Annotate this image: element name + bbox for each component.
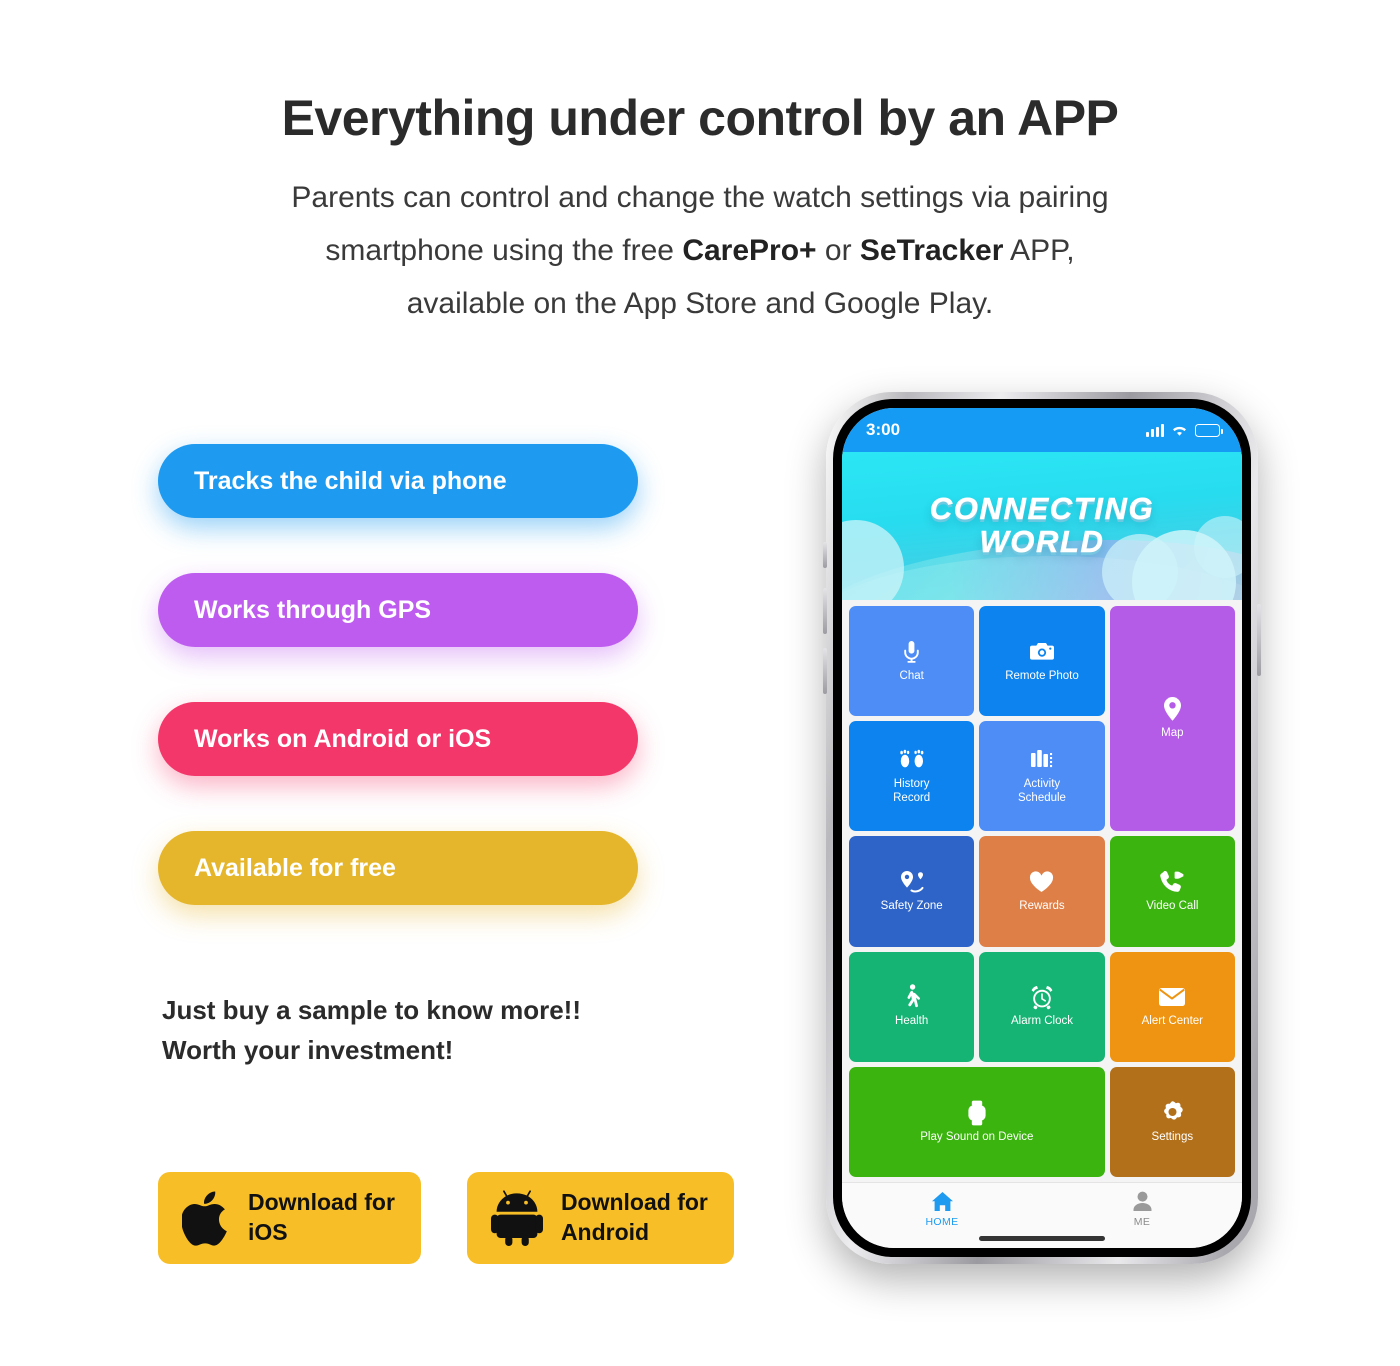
subtitle-line-3: available on the App Store and Google Pl…	[406, 287, 994, 321]
person-icon	[1133, 1191, 1151, 1211]
walking-person-icon	[903, 984, 921, 1010]
feature-label: Works through GPS	[194, 595, 432, 624]
subtitle-line-2c: APP,	[1003, 233, 1075, 267]
tile-safety-zone[interactable]: Safety Zone	[849, 836, 975, 947]
download-ios-button[interactable]: Download for iOS	[158, 1172, 421, 1264]
promo-page: Everything under control by an APP Paren…	[0, 0, 1400, 1366]
feature-label: Tracks the child via phone	[194, 466, 507, 495]
tile-label: Alarm Clock	[1011, 1015, 1073, 1028]
heart-icon	[1029, 869, 1054, 895]
tile-label: History Record	[893, 778, 931, 804]
tile-label: Settings	[1151, 1130, 1194, 1143]
status-bar-icons	[1146, 423, 1223, 437]
tab-label: HOME	[925, 1216, 959, 1228]
download-android-label: Download for Android	[560, 1189, 708, 1245]
phone-screen: 3:00 CONNECTING WORLD Chat Remote Photo …	[842, 408, 1242, 1248]
page-title: Everything under control by an APP	[281, 90, 1119, 146]
banner-title: CONNECTING WORLD	[929, 491, 1155, 559]
status-bar-clock: 3:00	[866, 420, 901, 439]
tab-me[interactable]: ME	[1042, 1191, 1242, 1228]
banner-title-line-2: WORLD	[979, 524, 1105, 559]
phone-volume-down-button	[823, 648, 827, 694]
alarm-clock-icon	[1029, 984, 1055, 1010]
tile-label: Alert Center	[1141, 1015, 1203, 1028]
tile-label: Video Call	[1146, 900, 1199, 913]
footprints-icon	[898, 747, 926, 773]
tab-home[interactable]: HOME	[842, 1191, 1042, 1228]
feature-label: Available for free	[194, 853, 396, 882]
tile-rewards[interactable]: Rewards	[979, 836, 1105, 947]
battery-icon	[1195, 423, 1223, 437]
store-buttons: Download for iOS Download for Android	[158, 1172, 734, 1264]
phone-volume-up-button	[823, 588, 827, 634]
android-icon	[490, 1190, 543, 1246]
tile-chat[interactable]: Chat	[849, 606, 975, 717]
tile-remote-photo[interactable]: Remote Photo	[979, 606, 1105, 717]
tile-label: Remote Photo	[1005, 669, 1079, 682]
phone-bezel: 3:00 CONNECTING WORLD Chat Remote Photo …	[833, 399, 1251, 1257]
tile-label: Chat	[899, 669, 924, 682]
banner-title-line-1: CONNECTING	[929, 491, 1155, 527]
app-banner: CONNECTING WORLD	[842, 452, 1242, 600]
schedule-bars-icon	[1030, 747, 1054, 773]
subtitle-line-1: Parents can control and change the watch…	[291, 180, 1109, 214]
signal-bars-icon	[1146, 423, 1164, 437]
feature-pill-tracks: Tracks the child via phone	[158, 444, 638, 518]
brand-setracker: SeTracker	[859, 233, 1004, 267]
safety-zone-icon	[898, 869, 926, 895]
brand-carepro: CarePro+	[682, 233, 817, 267]
download-android-button[interactable]: Download for Android	[466, 1172, 734, 1264]
subtitle-line-2a: smartphone using the free	[325, 233, 683, 267]
tile-alarm-clock[interactable]: Alarm Clock	[979, 951, 1105, 1062]
page-subtitle: Parents can control and change the watch…	[0, 171, 1400, 331]
feature-label: Works on Android or iOS	[194, 724, 492, 753]
home-indicator	[979, 1236, 1105, 1241]
download-ios-label: Download for iOS	[248, 1189, 395, 1245]
tab-label: ME	[1133, 1216, 1151, 1228]
tile-label: Safety Zone	[880, 900, 943, 913]
tile-label: Map	[1161, 727, 1184, 740]
gear-icon	[1160, 1100, 1185, 1126]
tile-activity-schedule[interactable]: Activity Schedule	[979, 721, 1105, 832]
wifi-icon	[1173, 426, 1186, 436]
phone-power-button	[1257, 604, 1261, 676]
tile-label: Activity Schedule	[1018, 778, 1066, 804]
feature-pill-free: Available for free	[158, 831, 638, 905]
feature-list: Tracks the child via phone Works through…	[158, 444, 638, 905]
video-call-icon	[1159, 869, 1185, 895]
tile-play-sound-on-device[interactable]: Play Sound on Device	[849, 1066, 1105, 1177]
tile-label: Rewards	[1019, 900, 1065, 913]
watch-icon	[966, 1100, 988, 1126]
camera-icon	[1029, 639, 1055, 665]
tile-video-call[interactable]: Video Call	[1109, 836, 1235, 947]
tile-label: Health	[895, 1015, 929, 1028]
status-bar: 3:00	[842, 408, 1242, 452]
tagline-line-1: Just buy a sample to know more!!	[162, 995, 581, 1025]
microphone-icon	[903, 639, 920, 665]
apple-icon	[182, 1190, 230, 1246]
feature-pill-gps: Works through GPS	[158, 573, 638, 647]
tile-health[interactable]: Health	[849, 951, 975, 1062]
tagline: Just buy a sample to know more!! Worth y…	[162, 990, 581, 1071]
envelope-icon	[1158, 984, 1186, 1010]
app-tile-grid: Chat Remote Photo Map History Record Act…	[842, 600, 1242, 1182]
cloud-icon	[842, 520, 904, 600]
subtitle-conjunction: or	[816, 233, 860, 267]
home-icon	[931, 1192, 953, 1211]
phone-mute-switch	[823, 542, 827, 568]
page-header: Everything under control by an APP Paren…	[0, 0, 1400, 331]
tile-label: Play Sound on Device	[920, 1130, 1034, 1143]
tile-history-record[interactable]: History Record	[849, 721, 975, 832]
tile-map[interactable]: Map	[1109, 606, 1235, 832]
tile-settings[interactable]: Settings	[1109, 1066, 1235, 1177]
phone-mockup: 3:00 CONNECTING WORLD Chat Remote Photo …	[823, 392, 1261, 1264]
feature-pill-platforms: Works on Android or iOS	[158, 702, 638, 776]
location-pin-icon	[1162, 696, 1183, 722]
tagline-line-2: Worth your investment!	[162, 1035, 454, 1066]
tile-alert-center[interactable]: Alert Center	[1109, 951, 1235, 1062]
